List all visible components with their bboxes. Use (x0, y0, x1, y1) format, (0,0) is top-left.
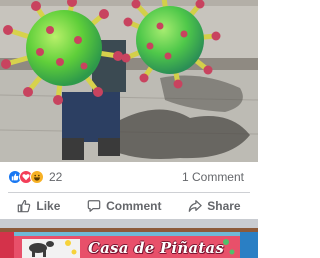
reaction-summary[interactable]: 22 (8, 170, 62, 184)
feed-separator (0, 219, 258, 228)
thumbs-up-icon (18, 199, 31, 213)
like-button-label: Like (36, 199, 61, 213)
share-arrow-icon (188, 200, 202, 212)
next-post-banner-title: Casa de Piñatas (88, 239, 224, 257)
comment-button-label: Comment (106, 199, 162, 213)
reactions-row: 22 1 Comment (0, 162, 258, 192)
comment-bubble-icon (87, 200, 101, 212)
like-button[interactable]: Like (17, 199, 60, 213)
comment-count-link[interactable]: 1 Comment (182, 170, 244, 184)
share-button[interactable]: Share (188, 199, 241, 213)
post-photo[interactable] (0, 0, 258, 162)
haha-reaction-icon (30, 170, 44, 184)
share-button-label: Share (207, 199, 241, 213)
reaction-icons (8, 170, 44, 184)
reaction-count: 22 (49, 170, 63, 184)
comment-button[interactable]: Comment (87, 199, 161, 213)
post-action-bar: Like Comment Share (0, 193, 258, 219)
pinata-photo-illustration (0, 0, 258, 162)
